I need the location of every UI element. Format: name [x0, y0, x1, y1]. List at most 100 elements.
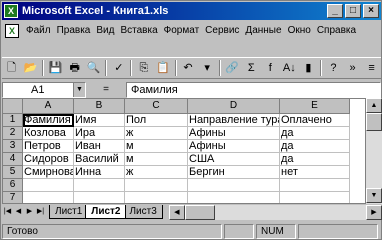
column-header-C[interactable]: C: [125, 99, 188, 114]
spellcheck-icon[interactable]: ✓: [110, 59, 127, 77]
copy-icon[interactable]: ⎘: [135, 59, 152, 77]
new-icon[interactable]: 🗋: [3, 59, 20, 77]
chart-wizard-icon[interactable]: ▮: [300, 59, 317, 77]
scroll-thumb[interactable]: [366, 113, 382, 131]
cell-C2[interactable]: ж: [125, 127, 188, 140]
preview-icon[interactable]: 🔍: [85, 59, 102, 77]
cell-E6[interactable]: [280, 179, 350, 192]
cell-C3[interactable]: м: [125, 140, 188, 153]
tab-sheet1[interactable]: Лист1: [49, 205, 89, 219]
autosum-icon[interactable]: Σ: [243, 59, 260, 77]
cell-B1[interactable]: Имя: [74, 114, 125, 127]
cell-D5[interactable]: Бергин: [188, 166, 280, 179]
row-header-2[interactable]: 2: [3, 127, 23, 140]
hyperlink-icon[interactable]: 🔗: [224, 59, 241, 77]
undo-icon[interactable]: ↶: [180, 59, 197, 77]
cell-A3[interactable]: Петров: [23, 140, 74, 153]
cell-E1[interactable]: Оплачено: [280, 114, 350, 127]
column-header-E[interactable]: E: [280, 99, 350, 114]
name-box[interactable]: A1 ▼: [2, 81, 86, 98]
formula-equals-icon[interactable]: =: [86, 84, 126, 95]
row-header-1[interactable]: 1: [3, 114, 23, 127]
prev-sheet-icon[interactable]: ◀: [13, 205, 24, 219]
cell-E4[interactable]: да: [280, 153, 350, 166]
function-icon[interactable]: f: [262, 59, 279, 77]
scroll-right-icon[interactable]: ▶: [366, 204, 382, 220]
select-all-corner[interactable]: [3, 99, 23, 114]
cell-B7[interactable]: [74, 192, 125, 203]
scroll-up-icon[interactable]: ▲: [366, 98, 382, 113]
menu-insert[interactable]: Вставка: [117, 25, 160, 36]
last-sheet-icon[interactable]: ▶|: [35, 205, 46, 219]
menu-edit[interactable]: Правка: [54, 25, 94, 36]
cell-A7[interactable]: [23, 192, 74, 203]
cell-A5[interactable]: Смирнова: [23, 166, 74, 179]
row-header-3[interactable]: 3: [3, 140, 23, 153]
save-icon[interactable]: 💾: [47, 59, 64, 77]
cell-C6[interactable]: [125, 179, 188, 192]
menu-file[interactable]: Файл: [23, 25, 54, 36]
cell-D6[interactable]: [188, 179, 280, 192]
cell-C1[interactable]: Пол: [125, 114, 188, 127]
cell-B5[interactable]: Инна: [74, 166, 125, 179]
menu-help[interactable]: Справка: [314, 25, 359, 36]
chevron-down-icon[interactable]: ▾: [199, 59, 216, 77]
cell-A6[interactable]: [23, 179, 74, 192]
cell-C4[interactable]: м: [125, 153, 188, 166]
cell-B2[interactable]: Ира: [74, 127, 125, 140]
chevron-down-icon[interactable]: ▼: [73, 82, 85, 97]
print-icon[interactable]: 🖶: [66, 59, 83, 77]
cell-A2[interactable]: Козлова: [23, 127, 74, 140]
excel-icon[interactable]: X: [4, 4, 18, 18]
column-header-A[interactable]: A: [23, 99, 74, 114]
open-icon[interactable]: 📂: [22, 59, 39, 77]
close-button[interactable]: ×: [363, 4, 379, 18]
menu-tools[interactable]: Сервис: [202, 25, 242, 36]
cell-E5[interactable]: нет: [280, 166, 350, 179]
row-header-5[interactable]: 5: [3, 166, 23, 179]
align-icon[interactable]: ≡: [363, 59, 380, 77]
menu-data[interactable]: Данные: [242, 25, 284, 36]
cell-C5[interactable]: ж: [125, 166, 188, 179]
sort-ascending-icon[interactable]: A↓: [281, 59, 298, 77]
scroll-down-icon[interactable]: ▼: [366, 188, 382, 203]
column-header-B[interactable]: B: [74, 99, 125, 114]
workbook-icon[interactable]: X: [5, 23, 19, 38]
cell-D3[interactable]: Афины: [188, 140, 280, 153]
menu-window[interactable]: Окно: [285, 25, 314, 36]
scroll-left-icon[interactable]: ◀: [168, 204, 185, 220]
next-sheet-icon[interactable]: ▶: [24, 205, 35, 219]
help-icon[interactable]: ?: [325, 59, 342, 77]
hscroll-thumb[interactable]: [184, 204, 215, 220]
cell-E7[interactable]: [280, 192, 350, 203]
paste-icon[interactable]: 📋: [154, 59, 171, 77]
cell-C7[interactable]: [125, 192, 188, 203]
first-sheet-icon[interactable]: |◀: [2, 205, 13, 219]
tab-sheet3[interactable]: Лист3: [123, 205, 163, 219]
cell-D7[interactable]: [188, 192, 280, 203]
cell-A1[interactable]: Фамилия: [23, 114, 74, 127]
formula-input[interactable]: Фамилия: [126, 81, 381, 98]
horizontal-scrollbar[interactable]: ◀ ▶: [168, 204, 382, 220]
column-header-D[interactable]: D: [188, 99, 280, 114]
cell-B4[interactable]: Василий: [74, 153, 125, 166]
cell-B6[interactable]: [74, 179, 125, 192]
row-header-7[interactable]: 7: [3, 192, 23, 203]
cell-A4[interactable]: Сидоров: [23, 153, 74, 166]
tab-sheet2[interactable]: Лист2: [85, 205, 127, 219]
row-header-6[interactable]: 6: [3, 179, 23, 192]
row-header-4[interactable]: 4: [3, 153, 23, 166]
cell-E2[interactable]: да: [280, 127, 350, 140]
cell-E3[interactable]: да: [280, 140, 350, 153]
cell-D2[interactable]: Афины: [188, 127, 280, 140]
maximize-button[interactable]: □: [345, 4, 361, 18]
toolbar-options-icon[interactable]: »: [344, 59, 361, 77]
title-bar[interactable]: X Microsoft Excel - Книга1.xls _ □ ×: [2, 2, 381, 20]
menu-format[interactable]: Формат: [161, 25, 203, 36]
cell-D4[interactable]: США: [188, 153, 280, 166]
minimize-button[interactable]: _: [327, 4, 343, 18]
cell-D1[interactable]: Направление тура: [188, 114, 280, 127]
vertical-scrollbar[interactable]: ▲ ▼: [366, 98, 382, 204]
cell-B3[interactable]: Иван: [74, 140, 125, 153]
menu-view[interactable]: Вид: [93, 25, 117, 36]
